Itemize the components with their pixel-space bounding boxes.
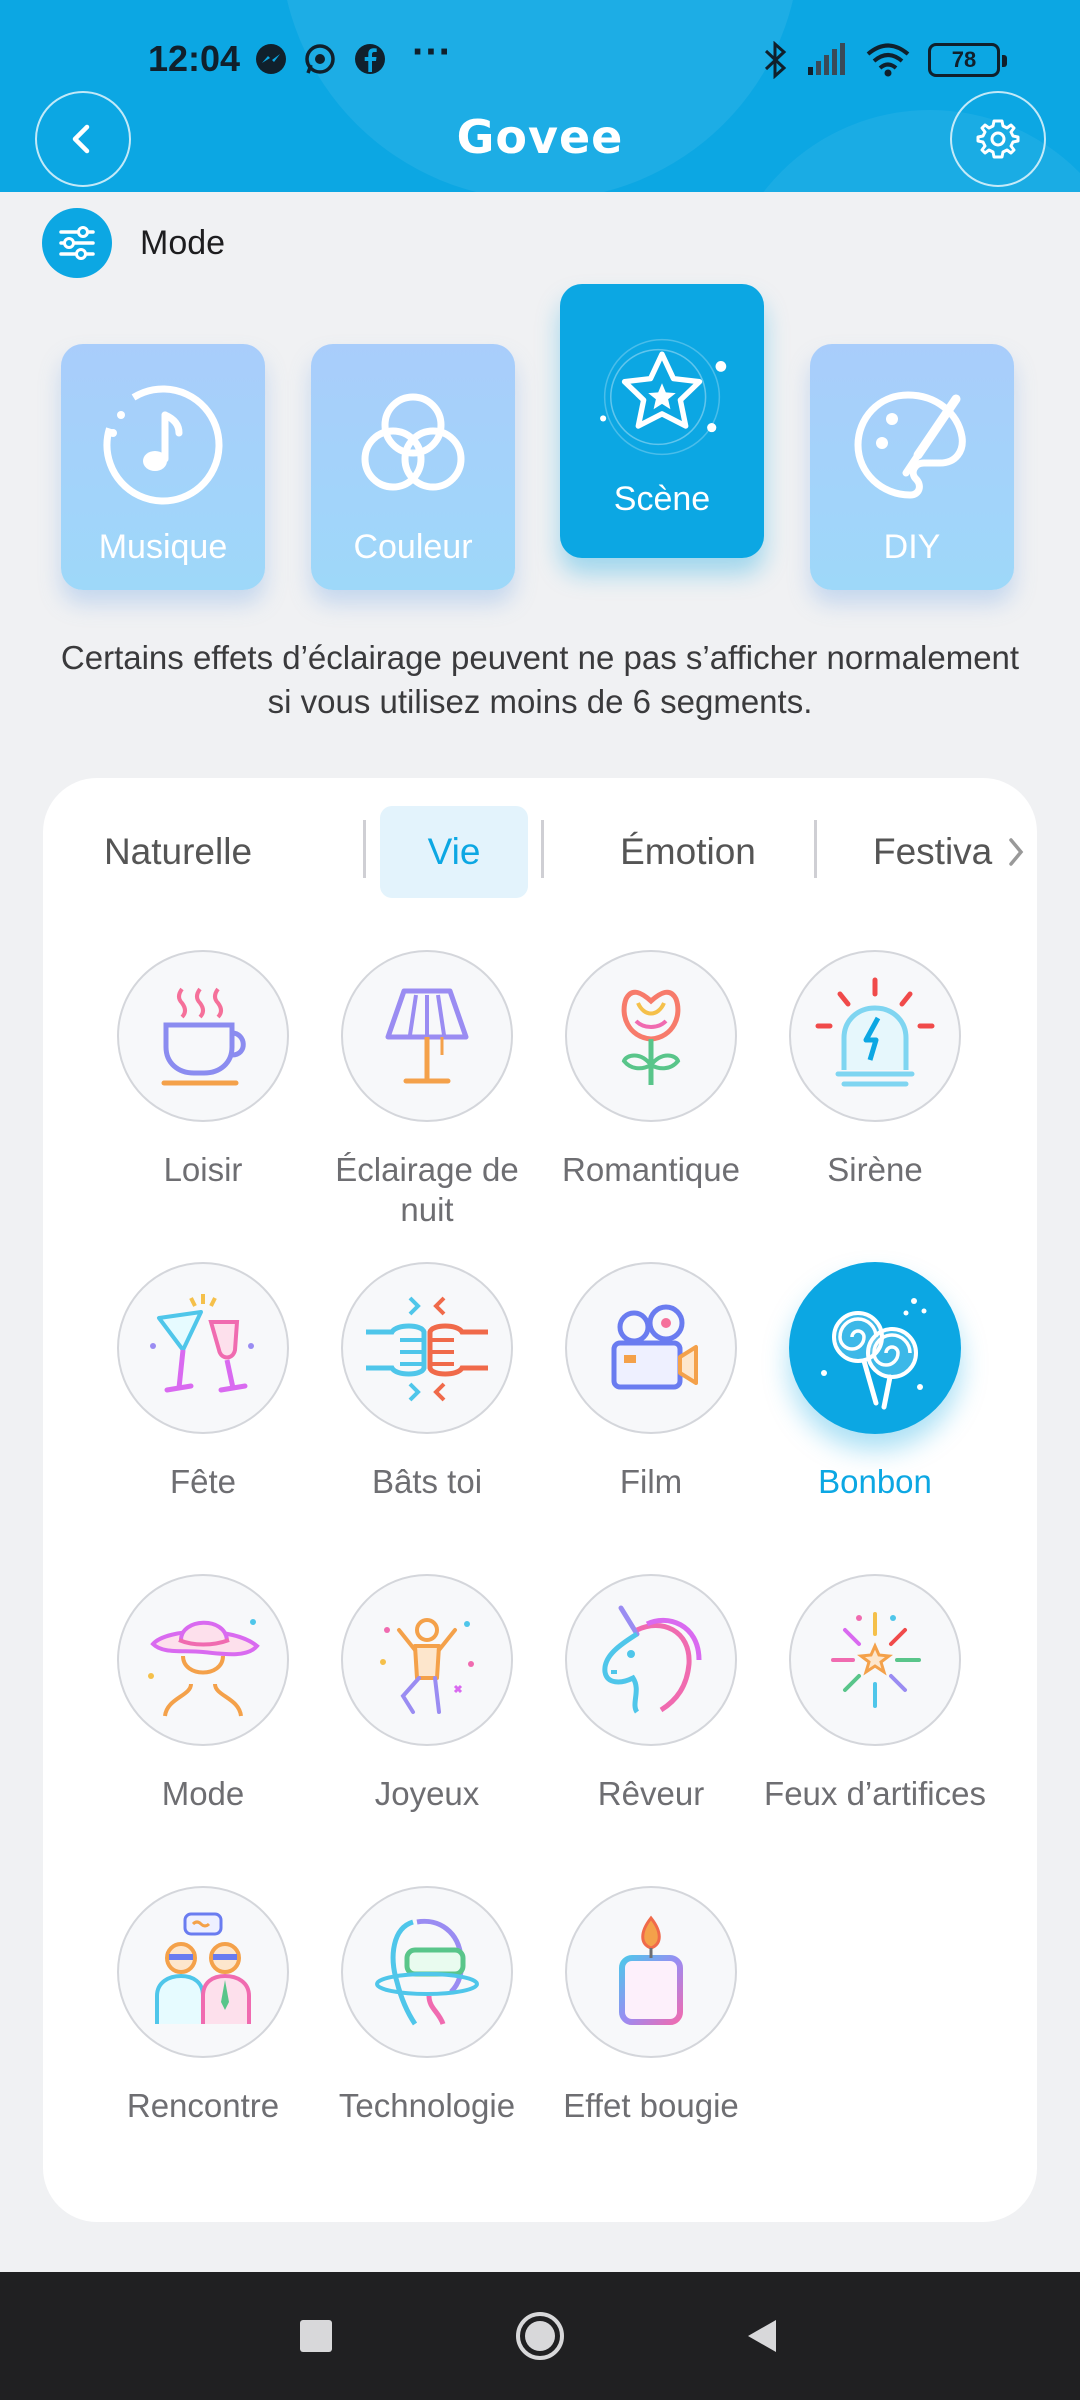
siren-icon: [789, 950, 961, 1122]
scene-label: Sirène: [827, 1151, 923, 1188]
rose-icon: [565, 950, 737, 1122]
scene-panel: Naturelle Vie Émotion Festiva Loisir Écl…: [43, 778, 1037, 2222]
scene-item-feux-dartifices[interactable]: Feux d’artifices: [763, 1574, 987, 1814]
scene-label: Mode: [161, 1775, 245, 1812]
bluetooth-icon: [764, 41, 787, 79]
mode-card-label: Scène: [613, 480, 711, 518]
star-scene-icon: [597, 332, 727, 462]
fashion-hat-icon: [117, 1574, 289, 1746]
coffee-cup-icon: [117, 950, 289, 1122]
scene-label: Loisir: [163, 1151, 243, 1188]
wifi-icon: [866, 43, 910, 77]
scene-item-sirene[interactable]: Sirène: [763, 950, 987, 1190]
scene-item-technologie[interactable]: Technologie: [315, 1886, 539, 2126]
dancing-person-icon: [341, 1574, 513, 1746]
scene-item-bonbon[interactable]: Bonbon: [763, 1262, 987, 1502]
scene-label: Bonbon: [818, 1463, 932, 1500]
meeting-people-icon: [117, 1886, 289, 2058]
battery-icon: 78: [928, 43, 1007, 77]
music-note-icon: [98, 380, 228, 510]
mode-section-header: Mode: [42, 208, 225, 278]
mode-card-label: Musique: [98, 528, 228, 566]
scene-item-fete[interactable]: Fête: [91, 1262, 315, 1502]
mode-card-label: DIY: [883, 528, 941, 566]
lamp-icon: [341, 950, 513, 1122]
mode-card-scene[interactable]: Scène: [560, 284, 764, 558]
app-header: 12:04 ··· 78 Govee: [0, 0, 1080, 192]
scene-item-film[interactable]: Film: [539, 1262, 763, 1502]
govee-logo: Govee: [456, 110, 624, 164]
scene-item-effet-bougie[interactable]: Effet bougie: [539, 1886, 763, 2126]
mode-card-music[interactable]: Musique: [61, 344, 265, 590]
cocktail-glasses-icon: [117, 1262, 289, 1434]
sliders-icon: [42, 208, 112, 278]
scene-item-rencontre[interactable]: Rencontre: [91, 1886, 315, 2126]
scene-label: Technologie: [338, 2087, 516, 2124]
scene-label: Effet bougie: [563, 2087, 739, 2124]
battery-level: 78: [951, 47, 977, 72]
gear-icon: [976, 119, 1020, 159]
triangle-back-icon: [748, 2320, 776, 2352]
status-bar: 12:04 ··· 78: [0, 0, 1080, 120]
scene-label: Rêveur: [597, 1775, 705, 1812]
more-dots-icon: ···: [412, 30, 452, 74]
movie-camera-icon: [565, 1262, 737, 1434]
settings-button[interactable]: [950, 91, 1046, 187]
scene-grid: Loisir Éclairage de nuit Romantique Sirè…: [43, 778, 1037, 2222]
circle-home-icon: [516, 2312, 564, 2360]
scene-label: Rencontre: [126, 2087, 280, 2124]
scene-label: Romantique: [562, 1151, 740, 1188]
scene-label: Éclairage de nuit: [335, 1151, 519, 1228]
scene-label: Joyeux: [374, 1775, 480, 1812]
scene-item-joyeux[interactable]: Joyeux: [315, 1574, 539, 1814]
scene-item-mode[interactable]: Mode: [91, 1574, 315, 1814]
color-circles-icon: [348, 380, 478, 510]
mode-card-color[interactable]: Couleur: [311, 344, 515, 590]
unicorn-icon: [565, 1574, 737, 1746]
scene-label: Film: [619, 1463, 683, 1500]
whatsapp-icon: [305, 44, 335, 74]
square-icon: [300, 2320, 332, 2352]
back-nav-button[interactable]: [732, 2306, 792, 2366]
scene-item-romantique[interactable]: Romantique: [539, 950, 763, 1190]
palette-brush-icon: [847, 380, 977, 510]
mode-title: Mode: [140, 223, 226, 262]
candle-icon: [565, 1886, 737, 2058]
scene-item-eclairage-de-nuit[interactable]: Éclairage de nuit: [315, 950, 539, 1230]
vr-headset-icon: [341, 1886, 513, 2058]
lollipop-icon: [789, 1262, 961, 1434]
scene-item-reveur[interactable]: Rêveur: [539, 1574, 763, 1814]
mode-card-label: Couleur: [353, 528, 473, 566]
home-button[interactable]: [510, 2306, 570, 2366]
messenger-icon: [256, 44, 286, 74]
scene-label: Bâts toi: [371, 1463, 483, 1500]
fist-bump-icon: [341, 1262, 513, 1434]
status-right-group: 78: [762, 40, 1007, 80]
fireworks-icon: [789, 1574, 961, 1746]
facebook-icon: [355, 44, 385, 74]
system-nav-bar: [0, 2272, 1080, 2400]
signal-icon: [808, 43, 845, 75]
mode-cards: Musique Couleur Scène DIY: [0, 284, 1080, 602]
segment-notice: Certains effets d’éclairage peuvent ne p…: [60, 639, 1020, 720]
scene-item-bats-toi[interactable]: Bâts toi: [315, 1262, 539, 1502]
status-time: 12:04: [148, 38, 241, 79]
recents-button[interactable]: [286, 2306, 346, 2366]
scene-label: Fête: [169, 1463, 237, 1500]
mode-card-diy[interactable]: DIY: [810, 344, 1014, 590]
scene-label: Feux d’artifices: [764, 1775, 986, 1812]
scene-item-loisir[interactable]: Loisir: [91, 950, 315, 1190]
